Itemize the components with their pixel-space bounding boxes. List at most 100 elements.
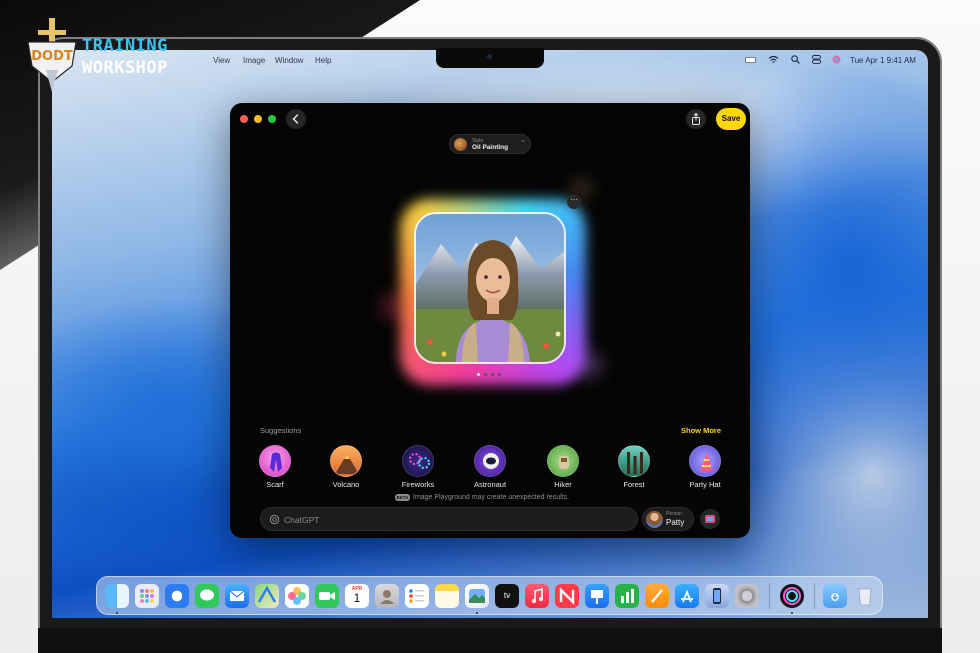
search-icon[interactable] [791, 55, 800, 64]
badge-text: DODT [31, 49, 73, 64]
system-settings-icon[interactable] [735, 584, 759, 608]
page-dot[interactable] [491, 373, 494, 376]
tv-icon[interactable]: tv [495, 584, 519, 608]
logo-line-training: TRAINING [82, 36, 168, 56]
chatgpt-icon [269, 514, 280, 525]
stage: View Image Window Help Tue Apr 1 9:41 AM [0, 0, 980, 653]
suggestion-party-hat[interactable]: Party Hat [680, 445, 730, 493]
music-icon[interactable] [525, 584, 549, 608]
share-button[interactable] [686, 109, 706, 129]
more-options-button[interactable]: ··· [567, 195, 581, 209]
suggestion-fireworks[interactable]: Fireworks [393, 445, 443, 493]
contacts-icon[interactable] [375, 584, 399, 608]
maps-icon[interactable] [255, 584, 279, 608]
training-workshop-logo: DODT TRAINING WORKSHOP [24, 14, 204, 98]
suggestion-label: Hiker [554, 480, 572, 489]
generated-image[interactable] [414, 212, 566, 364]
trash-icon[interactable] [853, 584, 877, 608]
beta-badge: BETA [395, 494, 410, 501]
show-more-button[interactable]: Show More [681, 426, 721, 435]
page-dot[interactable] [498, 373, 501, 376]
finder-icon[interactable] [105, 584, 129, 608]
sketch-button[interactable] [700, 509, 720, 529]
style-thumbnail [454, 138, 467, 151]
menu-image[interactable]: Image [243, 56, 265, 65]
suggestion-volcano[interactable]: Volcano [321, 445, 371, 493]
reminders-icon[interactable] [405, 584, 429, 608]
suggestion-label: Fireworks [401, 480, 435, 489]
app-store-icon[interactable] [675, 584, 699, 608]
chevron-left-icon [292, 114, 299, 124]
page-indicator[interactable] [477, 373, 507, 377]
dock-separator [814, 583, 815, 609]
safari-icon[interactable] [165, 584, 189, 608]
control-center-icon[interactable] [812, 55, 821, 64]
mail-icon[interactable] [225, 584, 249, 608]
keynote-icon[interactable] [585, 584, 609, 608]
volcano-icon [330, 445, 362, 477]
prompt-field[interactable] [260, 507, 638, 531]
dock-separator [769, 583, 770, 609]
prompt-input[interactable] [284, 512, 624, 528]
suggestion-label: Astronaut [473, 480, 507, 489]
iphone-mirroring-icon[interactable] [705, 584, 729, 608]
camera-lens [487, 54, 492, 59]
news-icon[interactable] [555, 584, 579, 608]
suggestion-astronaut[interactable]: Astronaut [465, 445, 515, 493]
facetime-icon[interactable] [315, 584, 339, 608]
chevron-updown-icon: ⌃ [520, 140, 526, 147]
dock: APR 1 tv [96, 576, 883, 615]
scarf-icon [259, 445, 291, 477]
wifi-icon[interactable] [768, 55, 779, 64]
suggestions-heading: Suggestions [260, 426, 302, 435]
launchpad-icon[interactable] [135, 584, 159, 608]
pages-icon[interactable] [645, 584, 669, 608]
siri-app-icon[interactable] [780, 584, 804, 608]
camera-notch [436, 48, 544, 68]
zoom-button[interactable] [268, 115, 276, 123]
page-dot-active[interactable] [477, 373, 480, 376]
photos-icon[interactable] [285, 584, 309, 608]
siri-icon[interactable] [832, 55, 841, 64]
battery-icon[interactable] [745, 57, 757, 63]
sketch-icon [705, 515, 715, 523]
style-picker[interactable]: Style Oil Painting ⌃ [449, 134, 531, 154]
suggestion-forest[interactable]: Forest [609, 445, 659, 493]
image-playground-icon[interactable] [465, 584, 489, 608]
person-picker[interactable]: Person Patty [642, 507, 694, 531]
avatar [646, 511, 663, 528]
suggestion-label: Party Hat [689, 480, 721, 489]
disclaimer-text: Image Playground may create unexpected r… [413, 494, 570, 501]
calendar-icon[interactable]: APR 1 [345, 584, 369, 608]
downloads-folder-icon[interactable] [823, 584, 847, 608]
portrait-painting [416, 214, 564, 362]
calendar-day: 1 [353, 591, 361, 605]
suggestion-label: Volcano [332, 480, 360, 489]
menu-help[interactable]: Help [315, 56, 331, 65]
back-button[interactable] [286, 109, 306, 129]
running-indicator [116, 612, 118, 614]
person-label: Person [666, 511, 682, 517]
suggestion-label: Scarf [266, 480, 284, 489]
image-playground-window: Save Style Oil Painting ⌃ ··· Suggestion… [230, 103, 750, 538]
suggestion-scarf[interactable]: Scarf [250, 445, 300, 493]
suggestion-hiker[interactable]: Hiker [538, 445, 588, 493]
menu-clock[interactable]: Tue Apr 1 9:41 AM [850, 56, 916, 65]
running-indicator [476, 612, 478, 614]
hiker-icon [547, 445, 579, 477]
menu-view[interactable]: View [213, 56, 230, 65]
notes-icon[interactable] [435, 584, 459, 608]
numbers-icon[interactable] [615, 584, 639, 608]
share-icon [692, 112, 700, 125]
astronaut-icon [474, 445, 506, 477]
menu-window[interactable]: Window [275, 56, 303, 65]
minimize-button[interactable] [254, 115, 262, 123]
logo-line-workshop: WORKSHOP [82, 58, 168, 78]
style-value: Oil Painting [472, 144, 509, 151]
page-dot[interactable] [484, 373, 487, 376]
save-button[interactable]: Save [716, 108, 746, 130]
close-button[interactable] [240, 115, 248, 123]
sword-badge-logo: DODT [27, 18, 77, 92]
suggestion-label: Forest [623, 480, 645, 489]
messages-icon[interactable] [195, 584, 219, 608]
